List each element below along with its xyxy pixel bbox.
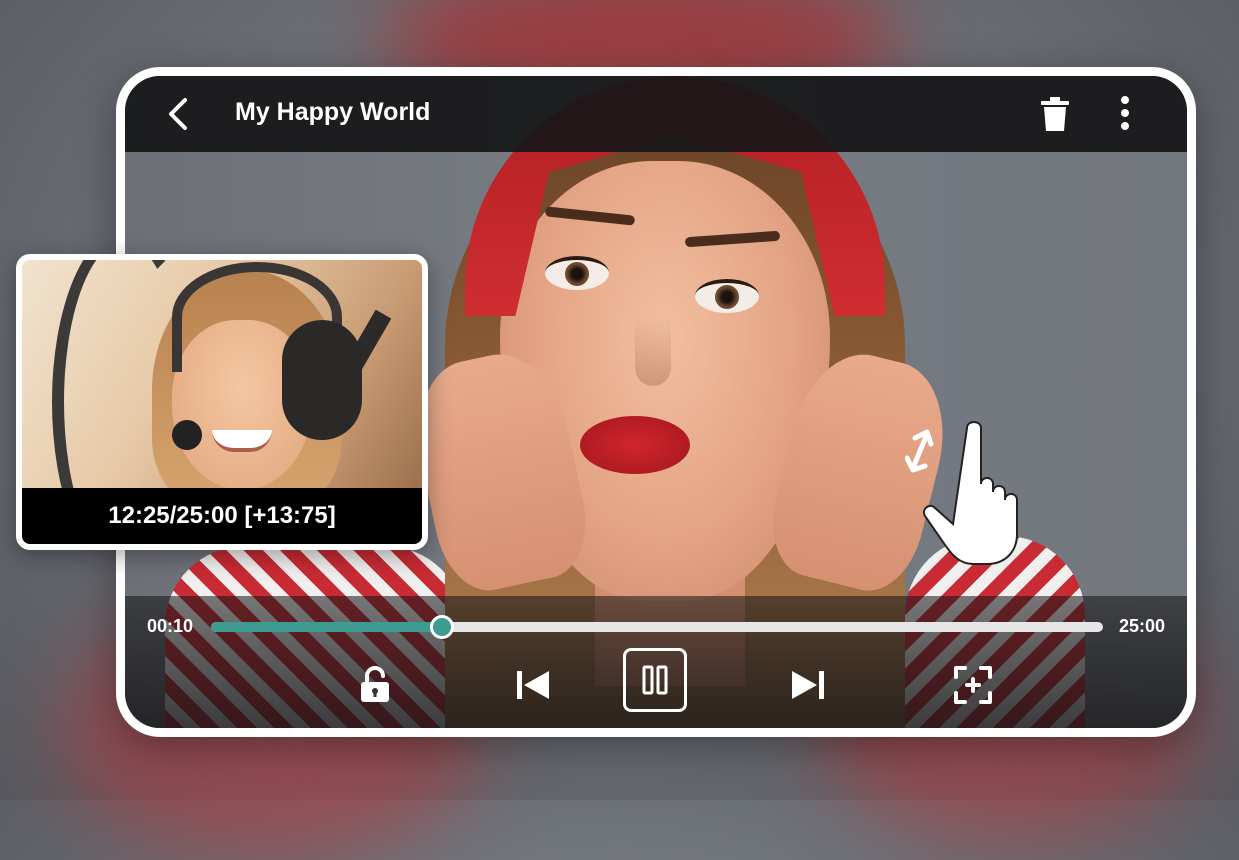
- playback-controls: 00:10 25:00: [125, 596, 1187, 728]
- previous-button[interactable]: [506, 658, 560, 712]
- hand-swipe-vertical-icon: [904, 416, 1045, 566]
- trash-icon: [1041, 97, 1069, 131]
- more-vertical-icon: [1121, 96, 1129, 130]
- top-app-bar: My Happy World: [125, 76, 1187, 152]
- seek-bar-progress: [211, 622, 443, 632]
- unlock-icon: [361, 666, 389, 702]
- lock-button[interactable]: [348, 658, 402, 712]
- delete-button[interactable]: [1037, 96, 1073, 134]
- video-title: My Happy World: [235, 98, 431, 126]
- seek-preview-card: 12:25/25:00 [+13:75]: [16, 254, 428, 550]
- seek-bar-thumb[interactable]: [429, 615, 454, 639]
- back-button[interactable]: [161, 96, 197, 132]
- video-frame-art: [545, 256, 609, 290]
- pause-icon: [642, 665, 668, 695]
- seek-preview-caption: 12:25/25:00 [+13:75]: [22, 488, 422, 544]
- seek-bar[interactable]: [211, 615, 1103, 639]
- skip-next-icon: [792, 671, 824, 699]
- video-frame-art: [635, 316, 671, 386]
- preview-frame-art: [282, 320, 362, 440]
- chevron-left-icon: [169, 98, 187, 130]
- current-time: 00:10: [147, 616, 194, 636]
- total-time: 25:00: [1118, 616, 1165, 636]
- seek-preview-frame: [22, 260, 422, 494]
- video-frame-art: [695, 279, 759, 313]
- preview-frame-art: [172, 420, 202, 450]
- skip-previous-icon: [517, 671, 549, 699]
- fit-screen-icon: [954, 666, 992, 704]
- video-frame-art: [580, 416, 690, 474]
- pause-button[interactable]: [623, 648, 687, 712]
- next-button[interactable]: [781, 658, 835, 712]
- fit-screen-button[interactable]: [946, 658, 1000, 712]
- more-options-button[interactable]: [1107, 94, 1143, 134]
